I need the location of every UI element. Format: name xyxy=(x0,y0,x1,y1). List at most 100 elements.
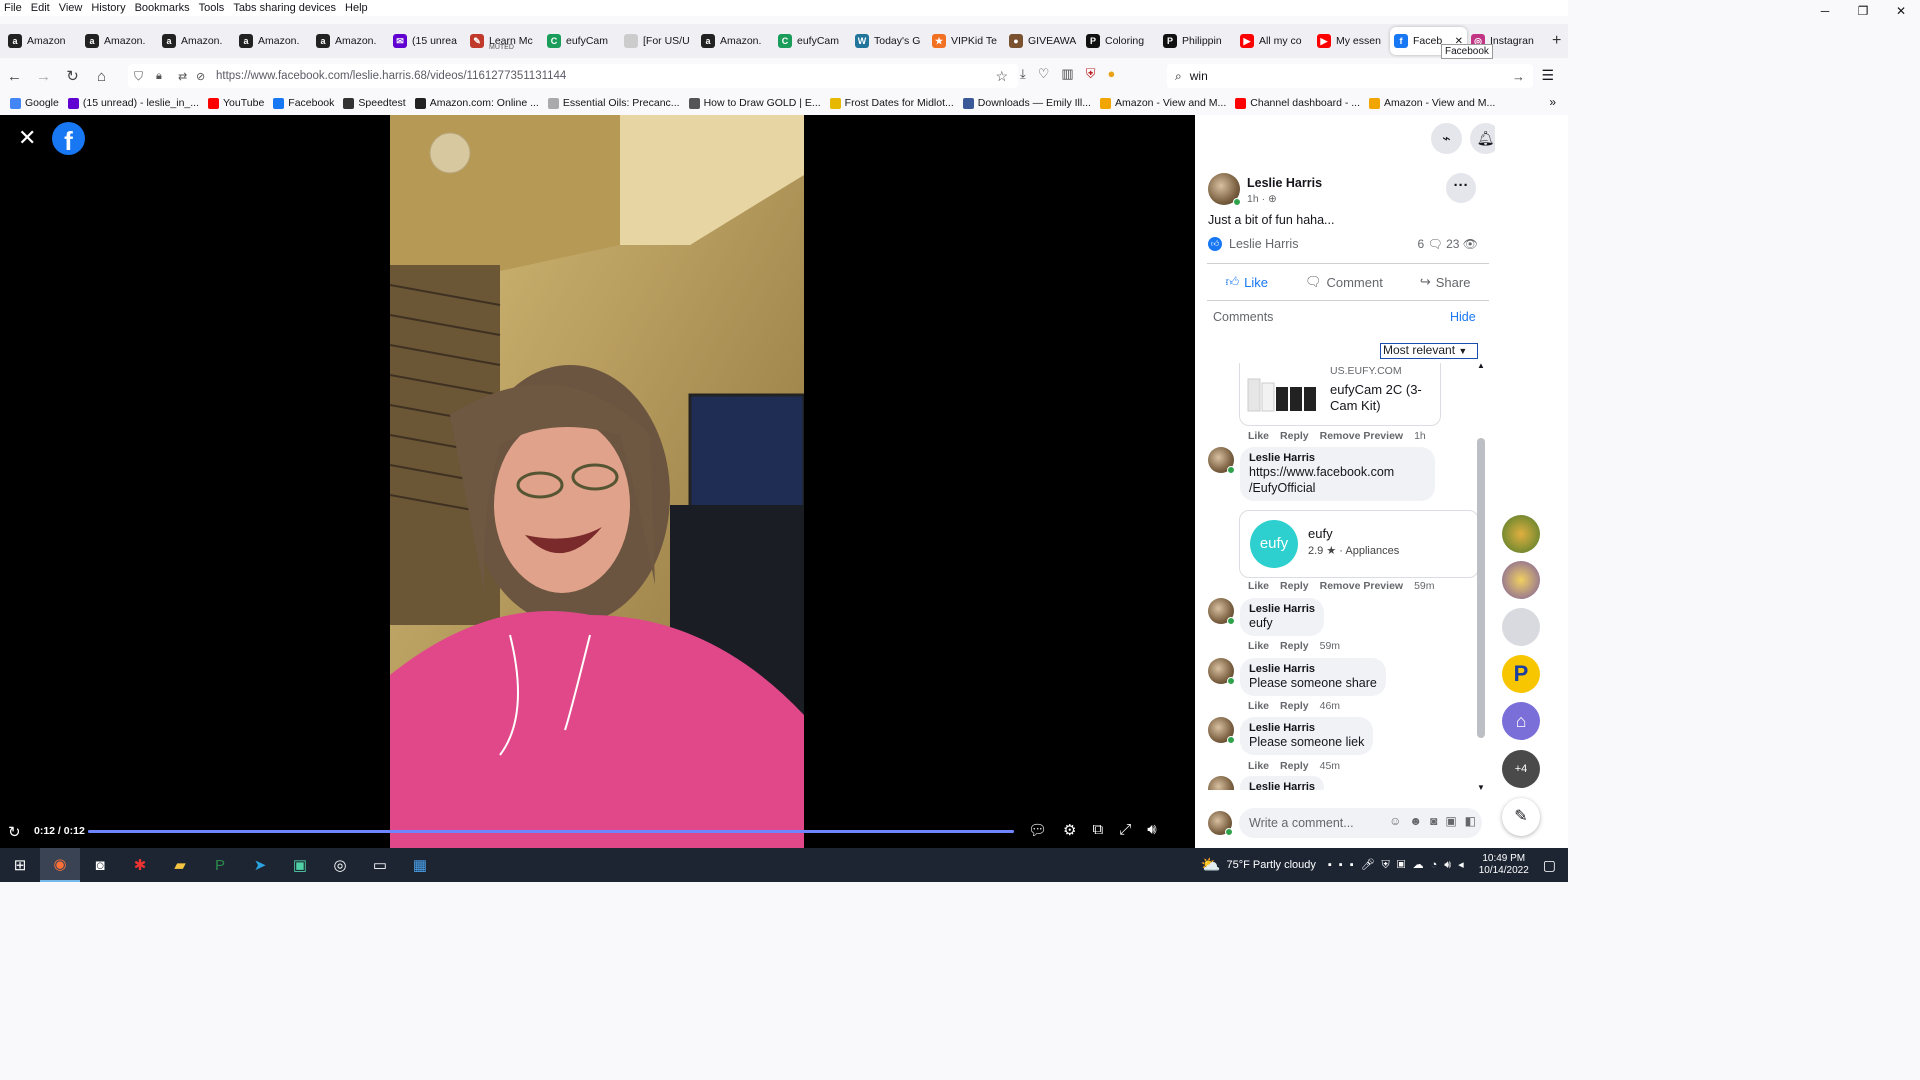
comment-reply-link[interactable]: Reply xyxy=(1280,430,1309,442)
remove-preview-link[interactable]: Remove Preview xyxy=(1320,430,1403,442)
facebook-logo-icon[interactable]: f xyxy=(52,122,85,156)
tracking-icon[interactable]: ⊘ xyxy=(196,70,205,83)
browser-tab[interactable]: ▶ All my co xyxy=(1236,27,1313,55)
browser-tab[interactable]: a Amazon xyxy=(4,27,81,55)
link-title[interactable]: eufyCam 2C (3-Cam Kit) xyxy=(1330,382,1440,414)
search-value[interactable]: win xyxy=(1190,69,1208,83)
comment-text[interactable]: Please someone liek xyxy=(1249,734,1364,750)
browser-tab[interactable]: ✎ Learn Mc MUTED xyxy=(466,27,543,55)
browser-tab[interactable]: a Amazon. xyxy=(697,27,774,55)
browser-tab[interactable]: a Amazon. xyxy=(235,27,312,55)
comment-like-link[interactable]: Like xyxy=(1248,430,1269,442)
maximize-icon[interactable]: ❐ xyxy=(1844,0,1882,24)
publisher-icon[interactable]: P xyxy=(200,848,240,882)
bookmark-item[interactable]: Facebook xyxy=(273,97,334,109)
commenter-name[interactable]: Leslie Harris xyxy=(1249,722,1364,734)
paypal-icon[interactable]: P xyxy=(1502,655,1540,693)
lock-icon[interactable]: 🔒︎ xyxy=(156,70,162,83)
menu-tools[interactable]: Tools xyxy=(199,2,225,14)
app-icon-red[interactable]: ✱ xyxy=(120,848,160,882)
commenter-avatar[interactable] xyxy=(1208,717,1235,744)
browser-tab[interactable]: P Philippin xyxy=(1159,27,1236,55)
menu-file[interactable]: File xyxy=(4,2,22,14)
commenter-avatar[interactable] xyxy=(1208,776,1234,790)
close-window-icon[interactable]: ✕ xyxy=(1882,0,1920,24)
post-options-icon[interactable]: ··· xyxy=(1446,173,1476,203)
extension-icon[interactable]: ● xyxy=(1107,66,1115,82)
new-tab-icon[interactable]: + xyxy=(1552,32,1561,50)
tray-icons[interactable]: ▪▪▪🎤︎⛨▣☁◔🔊︎◂ xyxy=(1328,858,1471,872)
app-icon-green[interactable]: ▣ xyxy=(280,848,320,882)
browser-tab[interactable]: [For US/U xyxy=(620,27,697,55)
more-contacts-badge[interactable]: +4 xyxy=(1502,750,1540,788)
comment-reply-link[interactable]: Reply xyxy=(1280,760,1309,772)
reload-icon[interactable]: ↻ xyxy=(58,67,87,85)
obs-icon[interactable]: ◎ xyxy=(320,848,360,882)
video-progress-bar[interactable] xyxy=(88,830,1014,833)
remove-preview-link[interactable]: Remove Preview xyxy=(1320,580,1403,592)
comments-scrollbar[interactable]: ▲ ▼ xyxy=(1477,361,1485,793)
share-button[interactable]: ↪ Share xyxy=(1420,274,1471,290)
browser-tab[interactable]: P Coloring xyxy=(1082,27,1159,55)
bookmark-item[interactable]: Speedtest xyxy=(343,97,406,109)
link-preview-card[interactable]: US.EUFY.COM eufyCam 2C (3-Cam Kit) xyxy=(1239,363,1441,426)
comment-like-link[interactable]: Like xyxy=(1248,580,1269,592)
shield-icon[interactable]: ⛉ xyxy=(134,69,143,84)
browser-tab[interactable]: CeufyCam xyxy=(774,27,851,55)
bookmark-item[interactable]: Amazon - View and M... xyxy=(1369,97,1495,109)
permissions-icon[interactable]: ⇄ xyxy=(178,70,187,83)
contact-avatar[interactable] xyxy=(1502,515,1540,553)
close-viewer-icon[interactable]: ✕ xyxy=(18,127,36,149)
commenter-name[interactable]: Leslie Harris xyxy=(1249,452,1426,464)
clock[interactable]: 10:49 PM 10/14/2022 xyxy=(1479,853,1529,877)
commenter-avatar[interactable] xyxy=(1208,447,1235,474)
browser-tab[interactable]: a Amazon. xyxy=(312,27,389,55)
bookmark-item[interactable]: How to Draw GOLD | E... xyxy=(688,97,821,109)
comment-button[interactable]: 🗨︎ Comment xyxy=(1305,274,1383,290)
forward-arrow-icon[interactable]: → xyxy=(29,68,58,85)
fullscreen-icon[interactable]: ⤢ xyxy=(1119,821,1131,839)
comment-like-link[interactable]: Like xyxy=(1248,640,1269,652)
firefox-icon[interactable]: ◉ xyxy=(40,848,80,882)
contact-avatar[interactable] xyxy=(1502,608,1540,646)
bookmark-star-icon[interactable]: ☆ xyxy=(995,68,1008,85)
post-author[interactable]: Leslie Harris xyxy=(1247,176,1322,190)
menu-tabs-sharing[interactable]: Tabs sharing devices xyxy=(233,2,336,14)
browser-tab[interactable]: a Amazon. xyxy=(81,27,158,55)
photos-icon[interactable]: ▦ xyxy=(400,848,440,882)
commenter-avatar[interactable] xyxy=(1208,658,1235,685)
bookmark-item[interactable]: YouTube xyxy=(208,97,264,109)
avatar-sticker-icon[interactable]: ☺ xyxy=(1389,814,1401,828)
menu-bookmarks[interactable]: Bookmarks xyxy=(135,2,190,14)
comment-time[interactable]: 46m xyxy=(1320,700,1340,712)
menu-edit[interactable]: Edit xyxy=(31,2,50,14)
gif-icon[interactable]: ▣ xyxy=(1445,814,1456,828)
weather-text[interactable]: 75°F Partly cloudy xyxy=(1227,859,1316,871)
bookmark-item[interactable]: Frost Dates for Midlot... xyxy=(829,97,954,109)
comment-reply-link[interactable]: Reply xyxy=(1280,580,1309,592)
commenter-name[interactable]: Leslie Harris xyxy=(1249,781,1315,790)
ublock-icon[interactable]: ⛨ xyxy=(1086,66,1096,82)
home-icon[interactable]: ⌂ xyxy=(87,68,116,85)
emoji-icon[interactable]: ☻ xyxy=(1409,814,1422,828)
comment-time[interactable]: 45m xyxy=(1320,760,1340,772)
browser-tab[interactable]: CeufyCam xyxy=(543,27,620,55)
comment-sort-dropdown[interactable]: Most relevant ▼ xyxy=(1380,343,1478,359)
start-icon[interactable]: ⊞ xyxy=(0,848,40,882)
commenter-avatar[interactable] xyxy=(1208,598,1235,625)
bookmarks-overflow-icon[interactable]: » xyxy=(1549,95,1556,109)
scrollbar-thumb[interactable] xyxy=(1477,438,1485,738)
comment-text[interactable]: https://www.facebook.com /EufyOfficial xyxy=(1249,464,1426,496)
camera-app-icon[interactable]: ◙ xyxy=(80,848,120,882)
comment-time[interactable]: 59m xyxy=(1320,640,1340,652)
comment-time[interactable]: 59m xyxy=(1414,580,1434,592)
comment-like-link[interactable]: Like xyxy=(1248,700,1269,712)
browser-tab[interactable]: a Amazon. xyxy=(158,27,235,55)
post-stats[interactable]: 6 🗨︎ 23 👁︎ xyxy=(1417,237,1478,251)
camera-icon[interactable]: ◙ xyxy=(1430,814,1437,828)
comment-reply-link[interactable]: Reply xyxy=(1280,640,1309,652)
author-avatar[interactable] xyxy=(1208,173,1241,206)
comment-text[interactable]: Please someone share xyxy=(1249,675,1377,691)
bookmark-item[interactable]: Amazon.com: Online ... xyxy=(414,97,539,109)
volume-icon[interactable]: 🔊︎ xyxy=(1147,821,1156,839)
